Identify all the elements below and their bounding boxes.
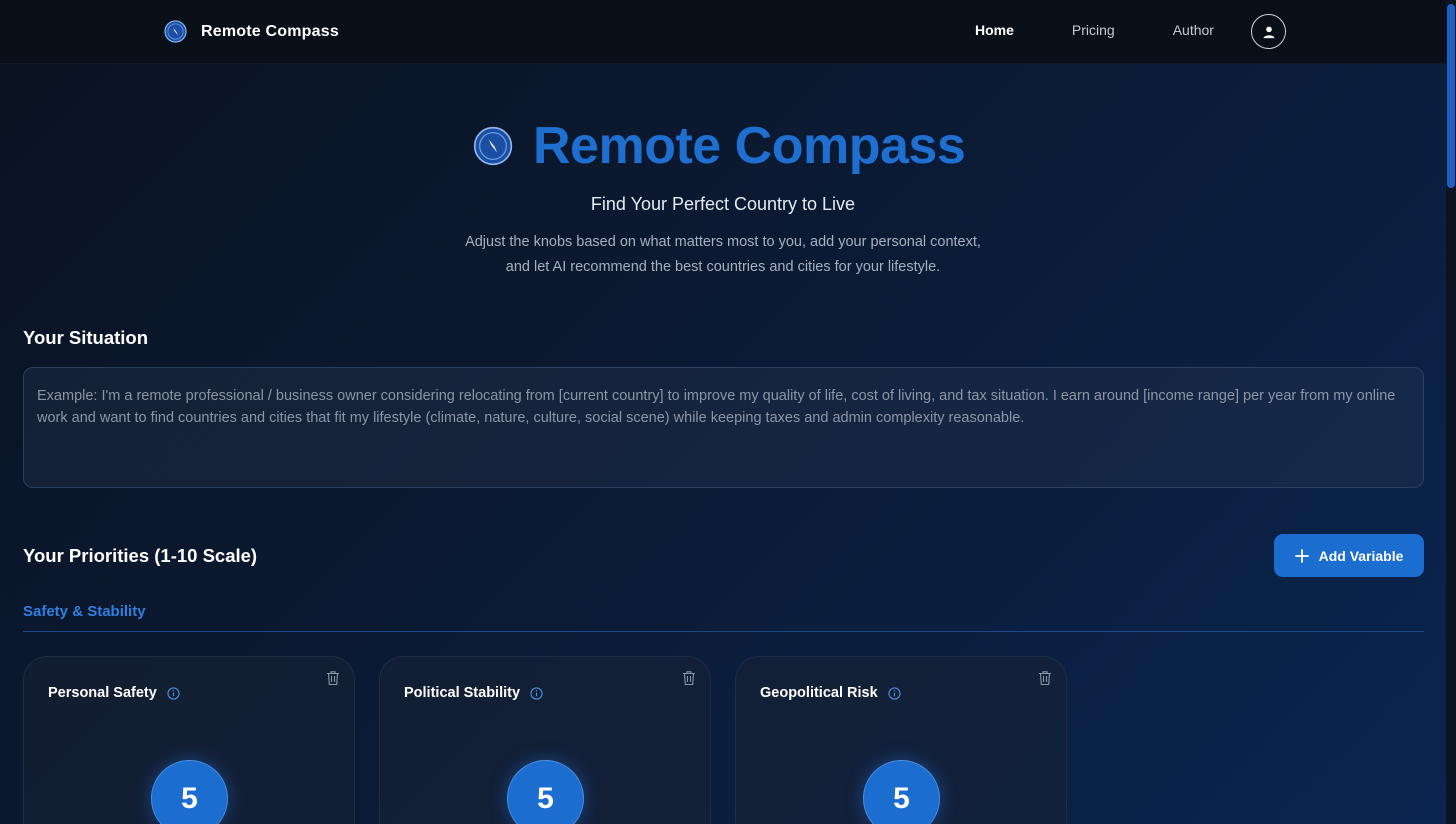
priority-name: Political Stability bbox=[404, 685, 521, 701]
scrollbar-thumb[interactable] bbox=[1447, 4, 1455, 188]
trash-icon[interactable] bbox=[326, 670, 340, 686]
situation-textarea[interactable] bbox=[23, 367, 1424, 488]
brand-name: Remote Compass bbox=[201, 22, 339, 40]
priority-card: Political Stability 5 bbox=[379, 656, 711, 824]
priority-name: Personal Safety bbox=[48, 685, 157, 701]
info-icon[interactable] bbox=[888, 686, 901, 700]
user-icon bbox=[1263, 26, 1274, 38]
priority-knob[interactable]: 5 bbox=[151, 760, 228, 824]
nav-link-author[interactable]: Author bbox=[1173, 22, 1214, 38]
info-icon[interactable] bbox=[530, 686, 543, 700]
trash-icon[interactable] bbox=[682, 670, 696, 686]
priority-knob[interactable]: 5 bbox=[863, 760, 940, 824]
top-navbar: Remote Compass Home Pricing Author bbox=[0, 0, 1446, 64]
hero-description-line: Adjust the knobs based on what matters m… bbox=[465, 234, 981, 250]
scrollbar-track[interactable] bbox=[1446, 0, 1456, 824]
priority-name: Geopolitical Risk bbox=[760, 685, 878, 701]
compass-icon bbox=[473, 126, 513, 166]
priority-card: Geopolitical Risk 5 bbox=[735, 656, 1067, 824]
hero-title-row: Remote Compass bbox=[473, 116, 966, 176]
account-button[interactable] bbox=[1251, 14, 1286, 49]
hero-description-line: and let AI recommend the best countries … bbox=[505, 259, 941, 275]
trash-icon[interactable] bbox=[1038, 670, 1052, 686]
nav-links: Home Pricing Author bbox=[975, 22, 1214, 38]
priority-card: Personal Safety 5 bbox=[23, 656, 355, 824]
priority-knob[interactable]: 5 bbox=[507, 760, 584, 824]
hero-title: Remote Compass bbox=[533, 117, 966, 175]
category-title: Safety & Stability bbox=[23, 603, 146, 620]
nav-link-pricing[interactable]: Pricing bbox=[1072, 22, 1115, 38]
hero-description: Adjust the knobs based on what matters m… bbox=[0, 230, 1446, 280]
info-icon[interactable] bbox=[167, 686, 180, 700]
category-divider bbox=[23, 631, 1424, 632]
brand[interactable]: Remote Compass bbox=[164, 20, 339, 43]
compass-icon bbox=[164, 20, 187, 43]
priority-card-title: Geopolitical Risk bbox=[760, 685, 901, 701]
plus-icon bbox=[1294, 548, 1309, 563]
add-variable-label: Add Variable bbox=[1318, 547, 1404, 564]
hero-subtitle: Find Your Perfect Country to Live bbox=[590, 194, 856, 214]
nav-link-home[interactable]: Home bbox=[975, 22, 1014, 38]
priority-card-title: Political Stability bbox=[404, 685, 543, 701]
add-variable-button[interactable]: Add Variable bbox=[1274, 534, 1424, 577]
priorities-heading: Your Priorities (1-10 Scale) bbox=[23, 545, 258, 566]
situation-heading: Your Situation bbox=[23, 327, 149, 348]
priority-card-title: Personal Safety bbox=[48, 685, 180, 701]
